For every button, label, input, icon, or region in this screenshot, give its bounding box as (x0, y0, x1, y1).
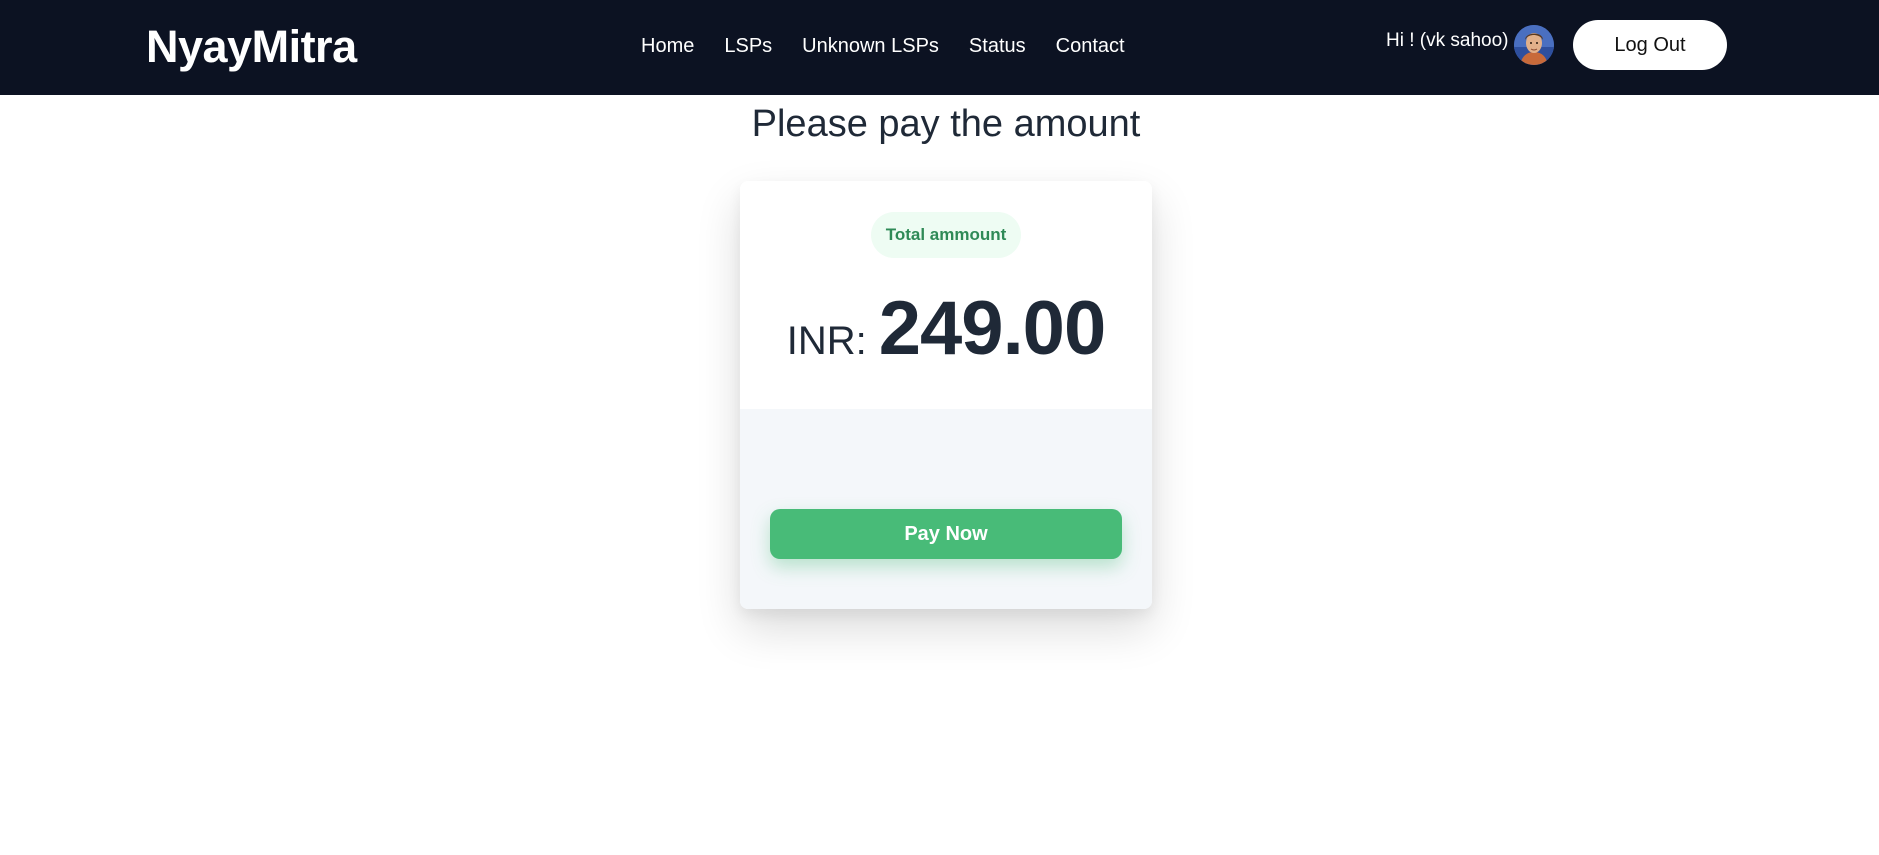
payment-card-summary: Total ammount INR: 249.00 (740, 181, 1152, 409)
nav-link-status[interactable]: Status (969, 33, 1026, 59)
nav-link-unknown-lsps[interactable]: Unknown LSPs (802, 33, 939, 59)
brand-logo[interactable]: NyayMitra (146, 20, 357, 74)
total-amount-badge: Total ammount (871, 212, 1021, 258)
user-avatar-icon (1514, 25, 1554, 65)
logout-button[interactable]: Log Out (1573, 20, 1727, 70)
nav-links: Home LSPs Unknown LSPs Status Contact (641, 33, 1155, 59)
nav-link-contact[interactable]: Contact (1056, 33, 1125, 59)
avatar[interactable] (1514, 25, 1554, 65)
user-greeting: Hi ! (vk sahoo) (1386, 30, 1509, 51)
currency-label: INR: (786, 319, 867, 363)
nav-link-lsps[interactable]: LSPs (724, 33, 772, 59)
payment-card-actions: Pay Now (740, 409, 1152, 609)
pay-now-button[interactable]: Pay Now (770, 509, 1122, 559)
top-navbar: NyayMitra Home LSPs Unknown LSPs Status … (0, 0, 1879, 95)
payment-card: Total ammount INR: 249.00 Pay Now (740, 181, 1152, 609)
amount-value: 249.00 (878, 286, 1106, 371)
price-row: INR: 249.00 (740, 285, 1152, 372)
page-title: Please pay the amount (751, 103, 1141, 145)
nav-link-home[interactable]: Home (641, 33, 694, 59)
